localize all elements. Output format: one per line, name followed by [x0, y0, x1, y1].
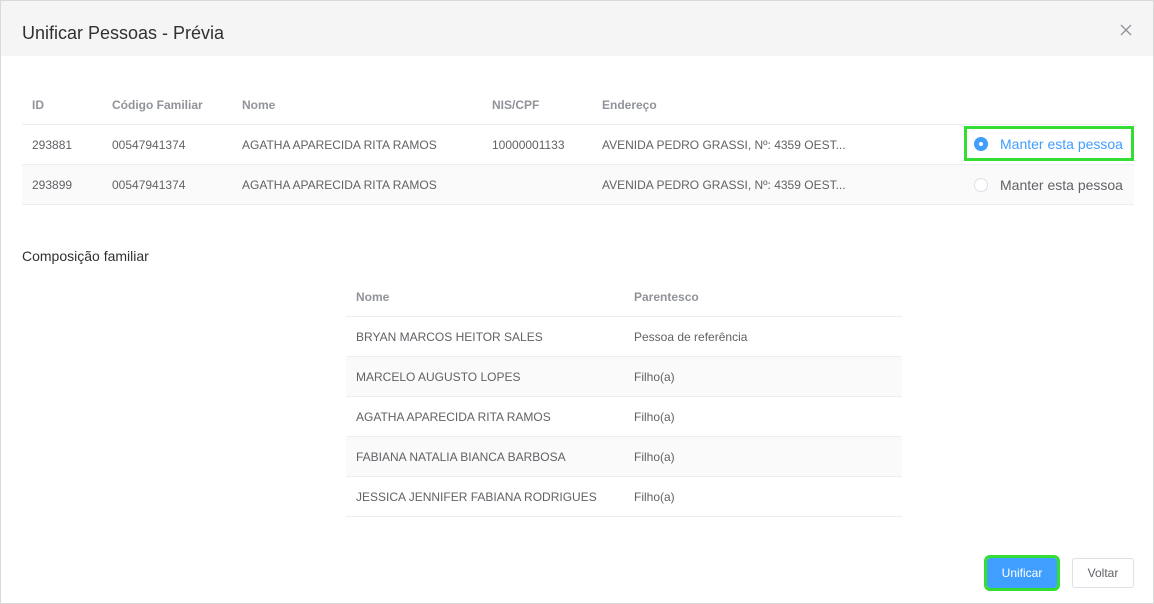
cell-nome: AGATHA APARECIDA RITA RAMOS [242, 178, 437, 192]
cell-nome: JESSICA JENNIFER FABIANA RODRIGUES [356, 490, 597, 504]
table-row: BRYAN MARCOS HEITOR SALES Pessoa de refe… [346, 317, 902, 357]
cell-nome: MARCELO AUGUSTO LOPES [356, 370, 521, 384]
table-row: AGATHA APARECIDA RITA RAMOS Filho(a) [346, 397, 902, 437]
col-header-id: ID [32, 98, 44, 112]
col-header-nis-cpf: NIS/CPF [492, 98, 540, 112]
cell-parentesco: Filho(a) [634, 370, 675, 384]
cell-nome: FABIANA NATALIA BIANCA BARBOSA [356, 450, 566, 464]
table-row: MARCELO AUGUSTO LOPES Filho(a) [346, 357, 902, 397]
dialog-title: Unificar Pessoas - Prévia [22, 23, 225, 43]
cell-nis-cpf [492, 165, 592, 205]
col-header-parentesco: Parentesco [634, 290, 699, 304]
cell-endereco: AVENIDA PEDRO GRASSI, Nº: 4359 OEST... [602, 138, 846, 152]
col-header-codigo-familiar: Código Familiar [112, 98, 203, 112]
cell-id: 293899 [32, 178, 73, 192]
cell-parentesco: Pessoa de referência [634, 330, 748, 344]
cell-nome: AGATHA APARECIDA RITA RAMOS [242, 138, 437, 152]
col-header-nome: Nome [242, 98, 276, 112]
cell-parentesco: Filho(a) [634, 410, 675, 424]
table-row: FABIANA NATALIA BIANCA BARBOSA Filho(a) [346, 437, 902, 477]
table-row: JESSICA JENNIFER FABIANA RODRIGUES Filho… [346, 477, 902, 517]
radio-unselected-icon[interactable] [974, 178, 988, 192]
persons-table-header: ID Código Familiar Nome NIS/CPF Endereço [22, 85, 1134, 125]
close-icon[interactable] [1116, 20, 1136, 40]
unify-dialog: Unificar Pessoas - Prévia ID Código Fami… [0, 0, 1154, 604]
cell-endereco: AVENIDA PEDRO GRASSI, Nº: 4359 OEST... [602, 178, 846, 192]
keep-person-radio[interactable]: Manter esta pessoa [964, 165, 1134, 205]
cell-id: 293881 [32, 138, 73, 152]
cell-codigo-familiar: 00547941374 [112, 178, 186, 192]
cell-parentesco: Filho(a) [634, 490, 675, 504]
keep-person-label[interactable]: Manter esta pessoa [1000, 126, 1123, 162]
table-row: 293899 00547941374 AGATHA APARECIDA RITA… [22, 165, 1134, 205]
family-table: Nome Parentesco BRYAN MARCOS HEITOR SALE… [346, 277, 902, 517]
family-composition-title: Composição familiar [22, 248, 149, 264]
cell-nome: BRYAN MARCOS HEITOR SALES [356, 330, 543, 344]
keep-person-radio[interactable]: Manter esta pessoa [964, 126, 1134, 161]
cell-codigo-familiar: 00547941374 [112, 138, 186, 152]
family-table-header: Nome Parentesco [346, 277, 902, 317]
col-header-endereco: Endereço [602, 98, 657, 112]
unificar-button[interactable]: Unificar [984, 555, 1060, 591]
cell-nome: AGATHA APARECIDA RITA RAMOS [356, 410, 551, 424]
cell-nis-cpf: 10000001133 [492, 138, 565, 152]
voltar-button[interactable]: Voltar [1072, 558, 1134, 588]
cell-parentesco: Filho(a) [634, 450, 675, 464]
dialog-header: Unificar Pessoas - Prévia [1, 1, 1153, 56]
keep-person-label[interactable]: Manter esta pessoa [1000, 165, 1123, 205]
persons-table: ID Código Familiar Nome NIS/CPF Endereço… [22, 85, 1134, 205]
radio-selected-icon[interactable] [974, 137, 988, 151]
col-header-nome: Nome [356, 290, 390, 304]
table-row: 293881 00547941374 AGATHA APARECIDA RITA… [22, 125, 1134, 165]
